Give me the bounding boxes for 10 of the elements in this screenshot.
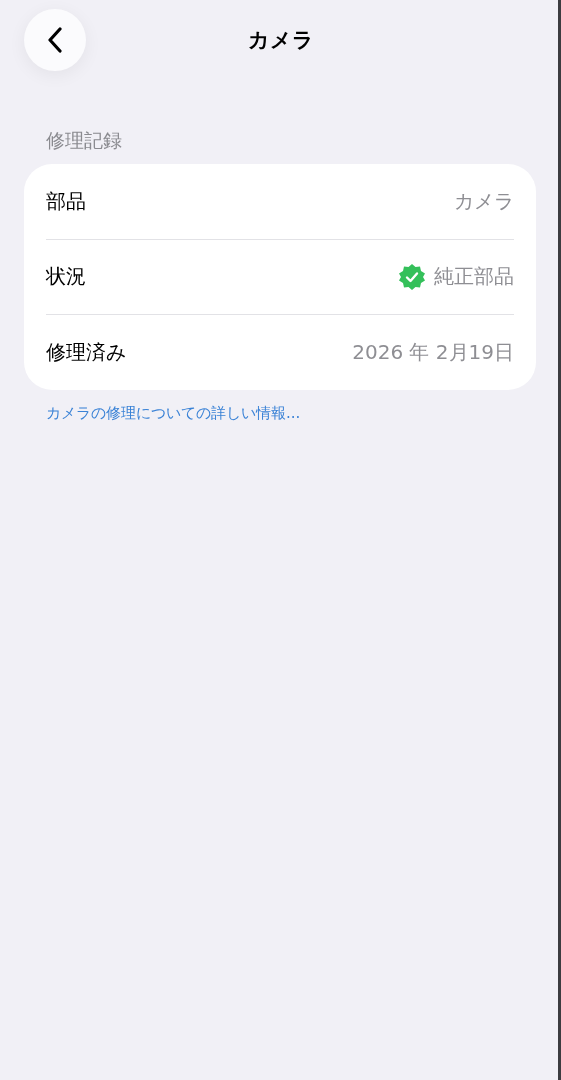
- back-icon: [47, 27, 63, 53]
- row-label: 部品: [46, 187, 86, 215]
- section-header: 修理記録: [46, 128, 123, 153]
- page-title: カメラ: [247, 27, 314, 54]
- row-label: 修理済み: [46, 338, 126, 366]
- row-value: 2026 年 2月19日: [352, 338, 514, 366]
- info-link[interactable]: カメラの修理についての詳しい情報...: [46, 403, 537, 423]
- row-value: カメラ: [454, 187, 514, 215]
- row-label: 状況: [46, 263, 86, 291]
- row-value: 純正部品: [434, 263, 514, 291]
